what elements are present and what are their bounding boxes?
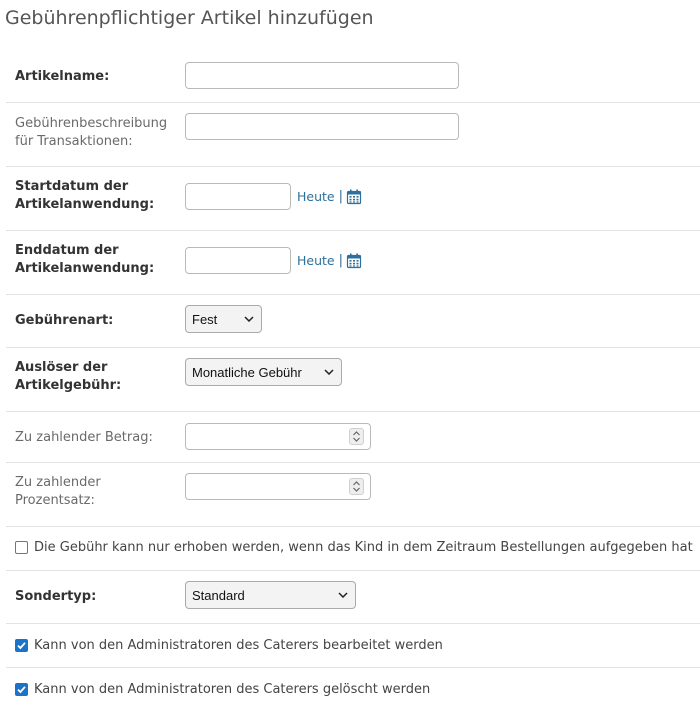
article-name-input[interactable] — [185, 62, 459, 89]
amount-row: Zu zahlender Betrag: — [6, 412, 700, 463]
end-date-group: Heute | — [185, 247, 362, 274]
only-if-orders-label: Die Gebühr kann nur erhoben werden, wenn… — [34, 540, 693, 555]
only-if-orders-row: Die Gebühr kann nur erhoben werden, wenn… — [6, 527, 700, 571]
fee-trigger-label: Auslöser der Artikelgebühr: — [15, 360, 122, 393]
amount-label: Zu zahlender Betrag: — [15, 430, 153, 445]
fee-type-label: Gebührenart: — [15, 313, 114, 328]
end-date-input[interactable] — [185, 247, 291, 274]
fee-trigger-row: Auslöser der Artikelgebühr: Monatliche G… — [6, 348, 700, 412]
chevron-down-icon — [244, 316, 254, 322]
start-date-today-link[interactable]: Heute — [297, 189, 335, 204]
percentage-label: Zu zahlender Prozentsatz: — [15, 475, 101, 508]
calendar-icon[interactable] — [346, 189, 362, 205]
end-date-today-link[interactable]: Heute — [297, 253, 335, 268]
start-date-group: Heute | — [185, 183, 362, 210]
percentage-spinner[interactable] — [349, 478, 364, 495]
start-date-label: Startdatum der Artikelanwendung: — [15, 179, 155, 212]
editable-by-admins-option[interactable]: Kann von den Administratoren des Caterer… — [15, 638, 443, 653]
article-name-row: Artikelname: — [6, 50, 700, 103]
percentage-row: Zu zahlender Prozentsatz: — [6, 463, 700, 527]
amount-input[interactable] — [185, 423, 371, 450]
editable-by-admins-row: Kann von den Administratoren des Caterer… — [6, 624, 700, 668]
start-date-input[interactable] — [185, 183, 291, 210]
fee-type-selected: Fest — [192, 311, 218, 327]
editable-by-admins-checkbox[interactable] — [15, 639, 28, 652]
checkmark-icon — [17, 642, 26, 650]
deletable-by-admins-option[interactable]: Kann von den Administratoren des Caterer… — [15, 682, 430, 697]
special-type-label: Sondertyp: — [15, 589, 97, 604]
special-type-select[interactable]: Standard — [185, 581, 356, 609]
chevron-down-icon — [338, 592, 348, 598]
start-date-row: Startdatum der Artikelanwendung: Heute | — [6, 167, 700, 231]
fee-type-select[interactable]: Fest — [185, 305, 262, 333]
only-if-orders-option[interactable]: Die Gebühr kann nur erhoben werden, wenn… — [15, 540, 693, 555]
percentage-input[interactable] — [185, 473, 371, 500]
spinner-arrows-icon — [353, 431, 360, 442]
chevron-down-icon — [324, 369, 334, 375]
article-name-label: Artikelname: — [15, 69, 110, 84]
end-date-row: Enddatum der Artikelanwendung: Heute | — [6, 231, 700, 295]
special-type-selected: Standard — [192, 587, 245, 603]
end-date-label: Enddatum der Artikelanwendung: — [15, 243, 155, 276]
start-date-separator: | — [338, 189, 343, 204]
deletable-by-admins-checkbox[interactable] — [15, 683, 28, 696]
fee-description-label: Gebührenbeschreibung für Transaktionen: — [15, 116, 168, 149]
deletable-by-admins-row: Kann von den Administratoren des Caterer… — [6, 668, 700, 710]
fee-description-row: Gebührenbeschreibung für Transaktionen: — [6, 103, 700, 167]
page-title: Gebührenpflichtiger Artikel hinzufügen — [5, 7, 374, 29]
editable-by-admins-label: Kann von den Administratoren des Caterer… — [34, 638, 443, 653]
fee-type-row: Gebührenart: Fest — [6, 295, 700, 348]
only-if-orders-checkbox[interactable] — [15, 541, 28, 554]
end-date-separator: | — [338, 253, 343, 268]
fee-trigger-selected: Monatliche Gebühr — [192, 364, 302, 380]
checkmark-icon — [17, 686, 26, 694]
fee-trigger-select[interactable]: Monatliche Gebühr — [185, 358, 342, 386]
amount-spinner[interactable] — [349, 428, 364, 445]
deletable-by-admins-label: Kann von den Administratoren des Caterer… — [34, 682, 431, 697]
spinner-arrows-icon — [353, 481, 360, 492]
special-type-row: Sondertyp: Standard — [6, 571, 700, 624]
calendar-icon[interactable] — [346, 253, 362, 269]
fee-description-input[interactable] — [185, 113, 459, 140]
